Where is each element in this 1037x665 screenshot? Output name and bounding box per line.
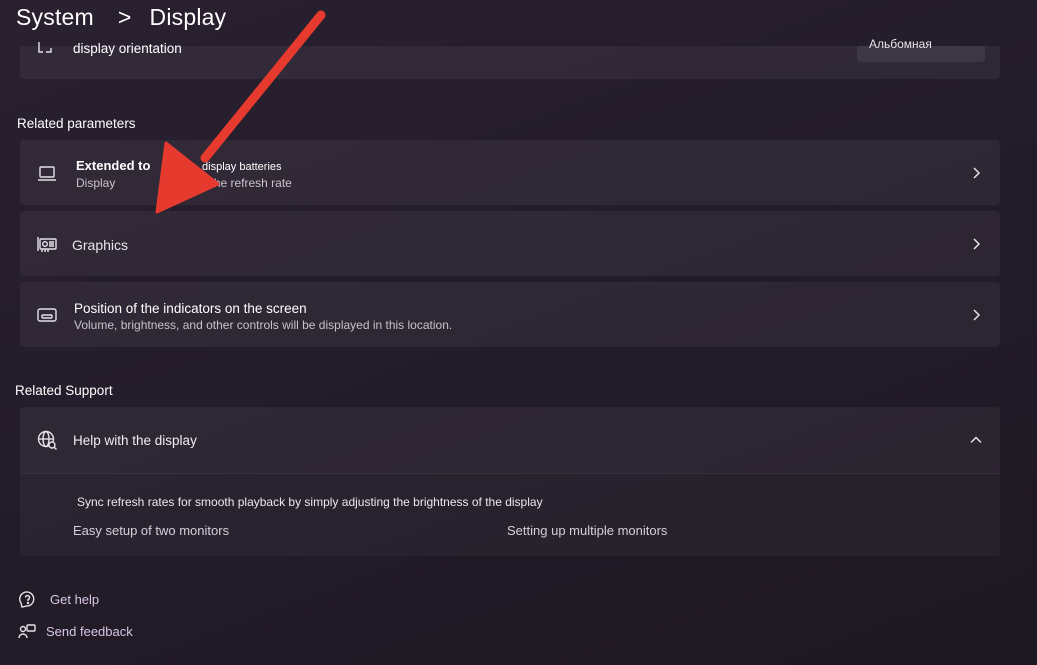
- get-help-icon: [18, 590, 38, 610]
- graphics-card[interactable]: Graphics: [20, 211, 1000, 276]
- related-support-heading: Related Support: [15, 383, 113, 398]
- page-title: System > Display: [16, 4, 226, 31]
- send-feedback-link[interactable]: Send feedback: [46, 624, 133, 639]
- help-with-display-title: Help with the display: [73, 433, 197, 448]
- orientation-dropdown-value: Альбомная: [869, 37, 932, 51]
- breadcrumb-root[interactable]: System: [16, 4, 94, 30]
- extended-display-subtitle: Display y, the refresh rate: [76, 176, 292, 190]
- chevron-right-icon: [970, 238, 982, 250]
- graphics-title: Graphics: [72, 237, 129, 253]
- indicator-position-card[interactable]: Position of the indicators on the screen…: [20, 282, 1000, 347]
- help-with-display-body: Sync refresh rates for smooth playback b…: [20, 473, 1000, 556]
- extended-display-subtitle-b: y, the refresh rate: [198, 176, 292, 190]
- chevron-right-icon: [970, 167, 982, 179]
- laptop-icon: [36, 162, 58, 184]
- screen-indicator-icon: [36, 304, 58, 326]
- extended-display-card[interactable]: Extended to display batteries Display y,…: [20, 140, 1000, 205]
- globe-search-icon: [36, 429, 58, 451]
- extended-display-subtitle-a: Display: [76, 176, 116, 190]
- chevron-right-icon: [970, 309, 982, 321]
- extended-display-title-a: Extended to: [76, 158, 151, 173]
- extended-display-title: Extended to display batteries: [76, 158, 282, 173]
- feedback-icon: [17, 622, 37, 642]
- help-with-display-header[interactable]: Help with the display: [20, 407, 1000, 473]
- easy-setup-two-monitors-link[interactable]: Easy setup of two monitors: [73, 523, 229, 538]
- breadcrumb-separator: >: [117, 4, 132, 30]
- setup-multiple-monitors-link[interactable]: Setting up multiple monitors: [507, 523, 667, 538]
- display-orientation-label: display orientation: [73, 41, 182, 56]
- indicator-position-title: Position of the indicators on the screen: [74, 301, 307, 316]
- breadcrumb-current: Display: [149, 4, 227, 30]
- extended-display-title-b: display batteries: [202, 161, 282, 173]
- graphics-card-icon: [36, 233, 58, 255]
- related-parameters-heading: Related parameters: [17, 116, 136, 131]
- get-help-link[interactable]: Get help: [50, 592, 99, 607]
- display-orientation-row: display orientation Альбомная: [20, 38, 1000, 79]
- chevron-up-icon[interactable]: [970, 434, 982, 446]
- help-description: Sync refresh rates for smooth playback b…: [77, 495, 543, 509]
- rotate-screen-icon: [36, 38, 58, 60]
- indicator-position-subtitle: Volume, brightness, and other controls w…: [74, 318, 453, 332]
- orientation-dropdown[interactable]: Альбомная: [857, 38, 985, 62]
